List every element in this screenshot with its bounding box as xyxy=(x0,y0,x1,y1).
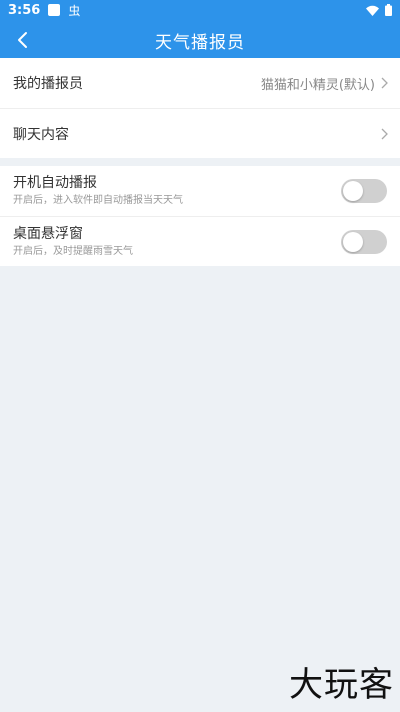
my-broadcaster-value: 猫猫和小精灵(默认) xyxy=(260,77,375,93)
settings-group-broadcaster: 我的播报员 猫猫和小精灵(默认) 聊天内容 xyxy=(0,58,400,158)
watermark-logo: 大玩客 xyxy=(289,665,394,705)
toggle-knob xyxy=(343,232,363,252)
notification-square-icon xyxy=(48,4,61,16)
back-arrow-icon xyxy=(18,32,27,48)
my-broadcaster-label: 我的播报员 xyxy=(13,76,83,92)
wifi-icon xyxy=(366,5,379,16)
auto-broadcast-label: 开机自动播报 xyxy=(13,175,97,191)
status-bar: 3:56 虫 xyxy=(0,0,400,20)
notification-icon: 虫 xyxy=(68,3,81,18)
status-time: 3:56 xyxy=(8,2,41,18)
toggle-knob xyxy=(343,181,363,201)
page-title: 天气播报员 xyxy=(155,32,245,53)
desktop-float-subtitle: 开启后，及时提醒雨雪天气 xyxy=(13,245,133,257)
auto-broadcast-subtitle: 开启后，进入软件即自动播报当天天气 xyxy=(13,195,183,206)
chat-content-row[interactable]: 聊天内容 xyxy=(0,108,400,158)
desktop-float-row: 桌面悬浮窗 开启后，及时提醒雨雪天气 xyxy=(0,216,400,266)
chevron-right-icon xyxy=(381,77,388,89)
desktop-float-label: 桌面悬浮窗 xyxy=(13,225,83,242)
back-button[interactable] xyxy=(8,26,36,54)
chevron-right-icon xyxy=(381,128,388,140)
auto-broadcast-row: 开机自动播报 开启后，进入软件即自动播报当天天气 xyxy=(0,166,400,216)
my-broadcaster-row[interactable]: 我的播报员 猫猫和小精灵(默认) xyxy=(0,58,400,108)
app-bar: 天气播报员 xyxy=(0,20,400,60)
auto-broadcast-toggle[interactable] xyxy=(341,179,387,203)
desktop-float-toggle[interactable] xyxy=(341,230,387,254)
chat-content-label: 聊天内容 xyxy=(13,126,69,143)
settings-group-toggles: 开机自动播报 开启后，进入软件即自动播报当天天气 桌面悬浮窗 开启后，及时提醒雨… xyxy=(0,166,400,266)
battery-icon xyxy=(385,4,392,16)
